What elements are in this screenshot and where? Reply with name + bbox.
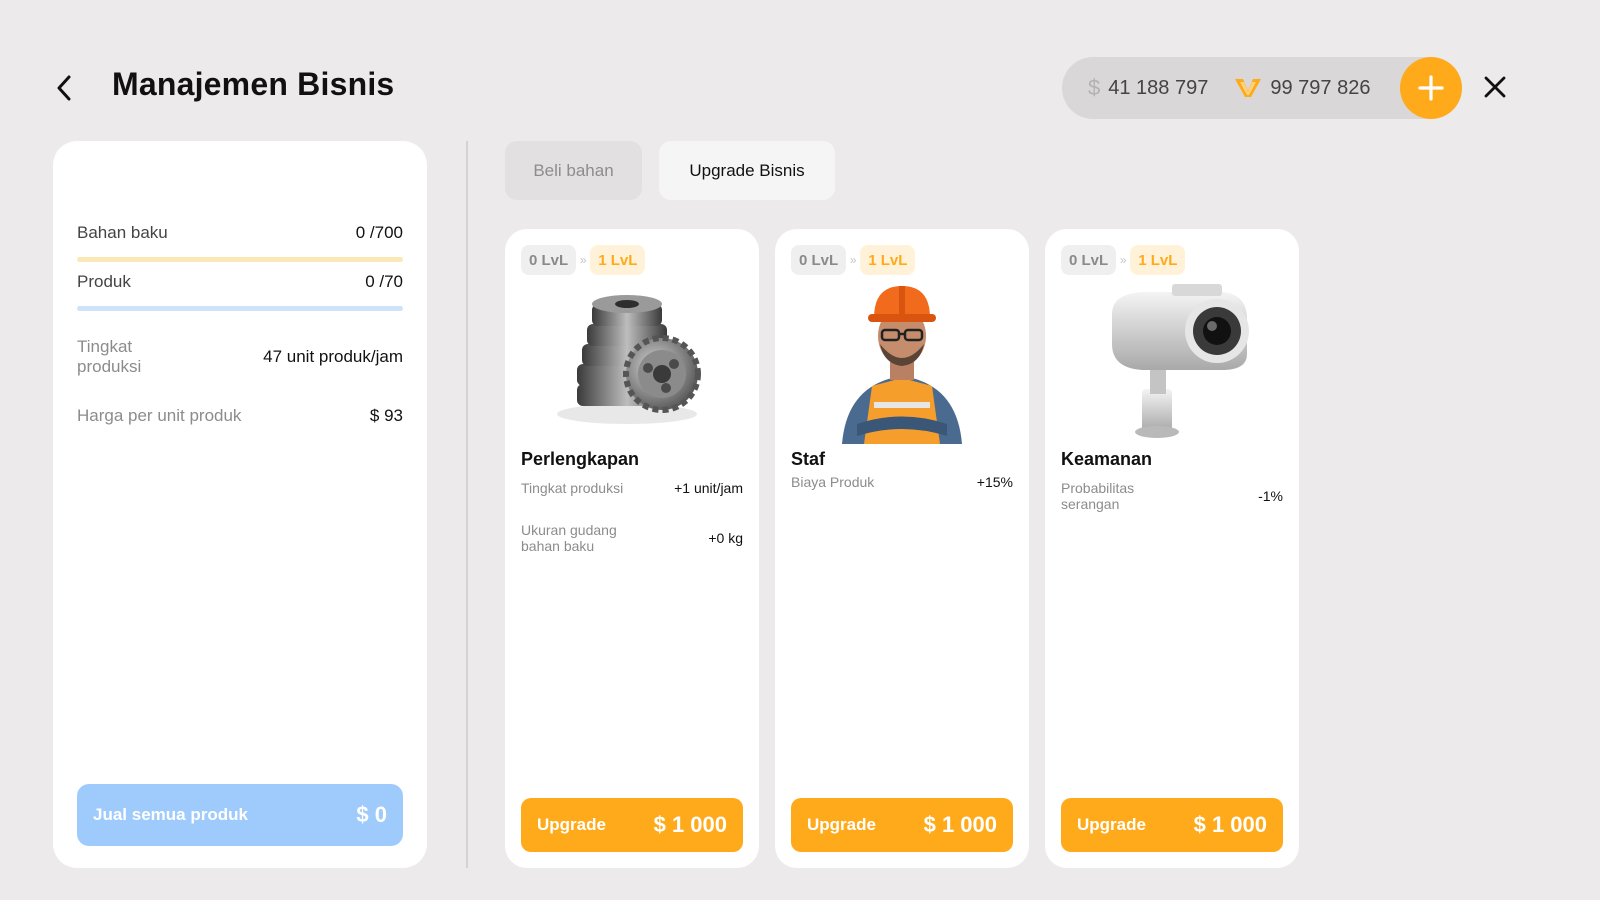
production-rate-row: Tingkat produksi 47 unit produk/jam — [77, 337, 403, 377]
upgrade-label: Upgrade — [1077, 815, 1146, 834]
level-indicator: 0 LvL » 1 LvL — [1061, 245, 1186, 275]
next-level-badge: 1 LvL — [860, 245, 916, 275]
page-title: Manajemen Bisnis — [112, 66, 395, 102]
tab-upgrade-business[interactable]: Upgrade Bisnis — [659, 141, 835, 200]
attribute-value: +0 kg — [708, 530, 743, 546]
current-level-badge: 0 LvL — [1061, 245, 1117, 275]
coin-balance: 99 797 826 — [1234, 77, 1370, 100]
plus-icon — [1418, 75, 1444, 101]
coin-value: 99 797 826 — [1270, 76, 1371, 99]
upgrade-button[interactable]: Upgrade $ 1 000 — [791, 798, 1013, 852]
close-button[interactable] — [1480, 72, 1510, 102]
level-indicator: 0 LvL » 1 LvL — [791, 245, 916, 275]
attribute-label: Tingkat produksi — [521, 480, 624, 496]
sell-all-button[interactable]: Jual semua produk $ 0 — [77, 784, 403, 846]
card-attribute: Probabilitas serangan -1% — [1061, 480, 1283, 512]
attribute-value: -1% — [1258, 488, 1283, 504]
upgrade-label: Upgrade — [807, 815, 876, 834]
unit-price-value: $ 93 — [369, 406, 403, 425]
upgrade-card-staff: 0 LvL » 1 LvL Staf Biaya Produk +15% Upg… — [775, 229, 1029, 868]
raw-material-row: Bahan baku 0 /700 — [77, 223, 403, 243]
upgrade-card-equipment: 0 LvL » 1 LvL Perlengkapan Tingkat produ… — [505, 229, 759, 868]
attribute-label: Ukuran gudang bahan baku — [521, 522, 617, 554]
back-arrow-icon — [57, 75, 71, 101]
upgrade-label: Upgrade — [537, 815, 606, 834]
product-row: Produk 0 /70 — [77, 272, 403, 292]
card-attribute: Biaya Produk +15% — [791, 474, 1013, 490]
raw-material-value: 0 /700 — [355, 223, 403, 242]
attribute-value: +1 unit/jam — [674, 480, 743, 496]
attribute-label: Biaya Produk — [791, 474, 875, 490]
dollar-icon: $ — [1088, 75, 1101, 100]
worker-icon — [842, 286, 962, 444]
raw-material-bar — [77, 257, 403, 262]
attribute-value: +15% — [976, 474, 1013, 490]
add-currency-button[interactable] — [1400, 57, 1462, 119]
card-title: Staf — [791, 449, 826, 469]
product-bar — [77, 306, 403, 311]
card-attribute: Ukuran gudang bahan baku +0 kg — [521, 522, 743, 554]
card-title: Keamanan — [1061, 449, 1153, 469]
level-indicator: 0 LvL » 1 LvL — [521, 245, 646, 275]
sell-all-label: Jual semua produk — [93, 805, 248, 824]
raw-material-label: Bahan baku — [77, 223, 168, 242]
next-level-badge: 1 LvL — [1130, 245, 1186, 275]
currency-bar: $ 41 188 797 99 797 826 — [1062, 57, 1462, 119]
coin-icon — [1235, 79, 1262, 97]
close-icon — [1484, 76, 1506, 98]
production-rate-value: 47 unit produk/jam — [263, 347, 403, 366]
product-label: Produk — [77, 272, 131, 291]
current-level-badge: 0 LvL — [791, 245, 847, 275]
upgrade-price: $ 1 000 — [923, 812, 997, 837]
tab-buy-materials[interactable]: Beli bahan — [505, 141, 642, 200]
cash-value: 41 188 797 — [1108, 76, 1209, 99]
chevrons-right-icon: » — [1119, 253, 1127, 267]
panel-divider — [466, 141, 468, 868]
unit-price-row: Harga per unit produk $ 93 — [77, 406, 403, 426]
card-title: Perlengkapan — [521, 449, 640, 469]
upgrade-card-security: 0 LvL » 1 LvL Keamanan Probabilitas sera… — [1045, 229, 1299, 868]
chevrons-right-icon: » — [849, 253, 857, 267]
business-summary-panel: Bahan baku 0 /700 Produk 0 /70 Tingkat p… — [53, 141, 427, 868]
current-level-badge: 0 LvL — [521, 245, 577, 275]
product-value: 0 /70 — [365, 272, 403, 291]
gears-icon — [557, 295, 701, 424]
next-level-badge: 1 LvL — [590, 245, 646, 275]
chevrons-right-icon: » — [579, 253, 587, 267]
upgrade-price: $ 1 000 — [1193, 812, 1267, 837]
production-rate-label: Tingkat produksi — [77, 337, 142, 376]
sell-all-amount: $ 0 — [356, 802, 387, 827]
card-attribute: Tingkat produksi +1 unit/jam — [521, 480, 743, 496]
back-button[interactable] — [50, 70, 78, 106]
upgrade-price: $ 1 000 — [653, 812, 727, 837]
attribute-label: Probabilitas serangan — [1061, 480, 1135, 512]
security-camera-icon — [1112, 284, 1249, 438]
unit-price-label: Harga per unit produk — [77, 406, 242, 425]
upgrade-button[interactable]: Upgrade $ 1 000 — [1061, 798, 1283, 852]
cash-balance: $ 41 188 797 — [1088, 75, 1208, 101]
upgrade-button[interactable]: Upgrade $ 1 000 — [521, 798, 743, 852]
